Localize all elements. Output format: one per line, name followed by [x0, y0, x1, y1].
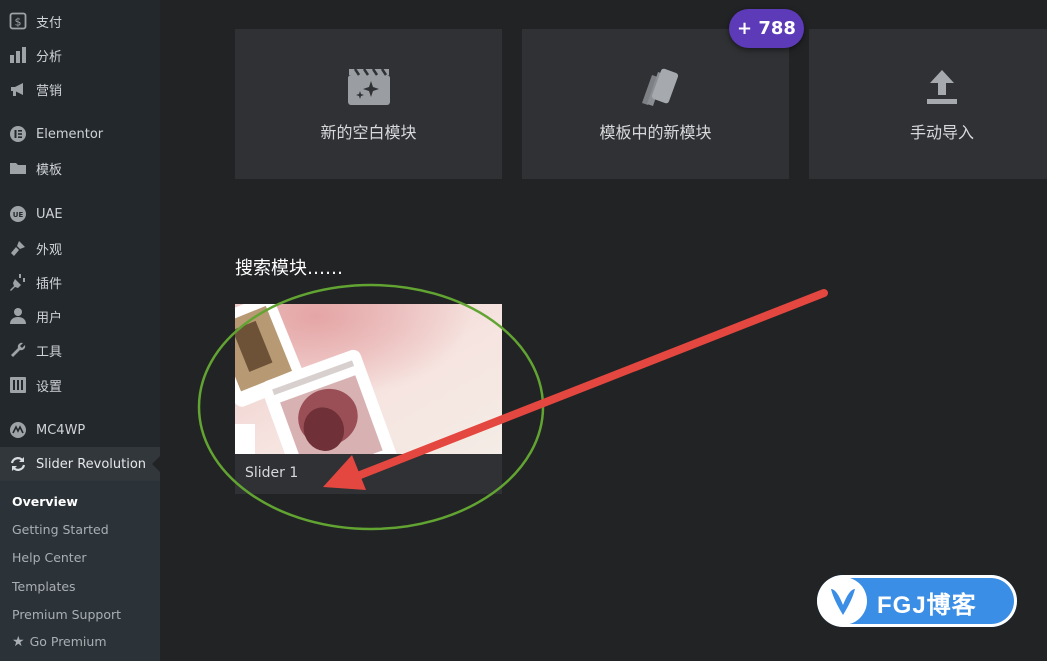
sparkle-clapboard-icon	[347, 67, 391, 107]
user-icon	[8, 306, 28, 326]
submenu-help-center[interactable]: Help Center	[12, 550, 87, 565]
sidebar-item-users[interactable]: 用户	[0, 299, 160, 333]
svg-text:$: $	[15, 16, 22, 29]
elementor-icon	[8, 124, 28, 144]
sidebar-item-plugins[interactable]: 插件	[0, 265, 160, 299]
sidebar-item-mc4wp[interactable]: MC4WP	[0, 413, 160, 447]
sidebar-item-tools[interactable]: 工具	[0, 333, 160, 367]
sidebar-item-analytics[interactable]: 分析	[0, 38, 160, 72]
sidebar-item-label: 营销	[36, 83, 63, 99]
submenu-go-premium[interactable]: ★ Go Premium	[12, 634, 107, 650]
sidebar-item-payment[interactable]: $ 支付	[0, 4, 160, 38]
analytics-icon	[8, 45, 28, 65]
wrench-icon	[8, 340, 28, 360]
card-label: 模板中的新模块	[599, 123, 712, 142]
go-premium-label: Go Premium	[29, 634, 107, 649]
sidebar-item-label: MC4WP	[36, 422, 86, 438]
upload-icon	[920, 67, 964, 107]
sidebar-item-settings[interactable]: 设置	[0, 368, 160, 402]
sidebar-item-label: Elementor	[36, 126, 104, 142]
sidebar-item-templates[interactable]: 模板	[0, 151, 160, 185]
mc4wp-icon	[8, 420, 28, 440]
search-modules-title: 搜索模块……	[235, 258, 343, 279]
megaphone-icon	[8, 79, 28, 99]
fgj-blog-watermark: FGJ博客	[817, 575, 1017, 627]
template-count-badge: + 788	[729, 9, 804, 48]
brush-icon	[8, 238, 28, 258]
sidebar-item-appearance[interactable]: 外观	[0, 231, 160, 265]
current-indicator	[152, 456, 160, 472]
sidebar-item-elementor[interactable]: Elementor	[0, 117, 160, 151]
sidebar-item-label: 分析	[36, 49, 63, 65]
svg-text:UE: UE	[13, 211, 24, 219]
folder-icon	[8, 158, 28, 178]
submenu-templates[interactable]: Templates	[12, 579, 76, 594]
sidebar-item-slider-revolution[interactable]: Slider Revolution	[0, 447, 160, 481]
payment-icon: $	[8, 11, 28, 31]
module-thumbnail	[235, 304, 502, 454]
sidebar-item-label: 工具	[36, 344, 63, 360]
star-icon: ★	[12, 634, 25, 650]
new-from-template-card[interactable]: 模板中的新模块	[522, 29, 789, 179]
new-blank-module-card[interactable]: 新的空白模块	[235, 29, 502, 179]
settings-icon	[8, 375, 28, 395]
module-card[interactable]: Slider 1	[235, 304, 502, 494]
sidebar-item-label: 插件	[36, 276, 63, 292]
template-stack-icon	[634, 67, 678, 107]
sidebar-item-label: 设置	[36, 379, 63, 395]
submenu-overview[interactable]: Overview	[12, 494, 78, 509]
admin-sidebar: $ 支付 分析 营销 Elementor 模板 UE UAE 外观 插件 用户 …	[0, 0, 160, 661]
slider-revolution-submenu: Overview Getting Started Help Center Tem…	[0, 481, 160, 661]
submenu-getting-started[interactable]: Getting Started	[12, 522, 109, 537]
sidebar-item-label: Slider Revolution	[36, 456, 147, 472]
submenu-premium-support[interactable]: Premium Support	[12, 607, 121, 622]
sidebar-item-label: UAE	[36, 206, 63, 222]
refresh-icon	[8, 454, 28, 474]
watermark-logo-icon	[819, 577, 867, 625]
sidebar-item-label: 支付	[36, 15, 63, 31]
uae-icon: UE	[8, 204, 28, 224]
watermark-text: FGJ博客	[877, 592, 977, 619]
module-name: Slider 1	[245, 465, 299, 481]
sidebar-item-label: 模板	[36, 162, 63, 178]
card-label: 新的空白模块	[320, 123, 417, 142]
sidebar-item-label: 用户	[36, 310, 63, 326]
manual-import-card[interactable]: 手动导入	[809, 29, 1047, 179]
plugin-icon	[8, 272, 28, 292]
sidebar-item-marketing[interactable]: 营销	[0, 72, 160, 106]
card-label: 手动导入	[909, 123, 974, 142]
sidebar-item-label: 外观	[36, 242, 63, 258]
sidebar-item-uae[interactable]: UE UAE	[0, 197, 160, 231]
